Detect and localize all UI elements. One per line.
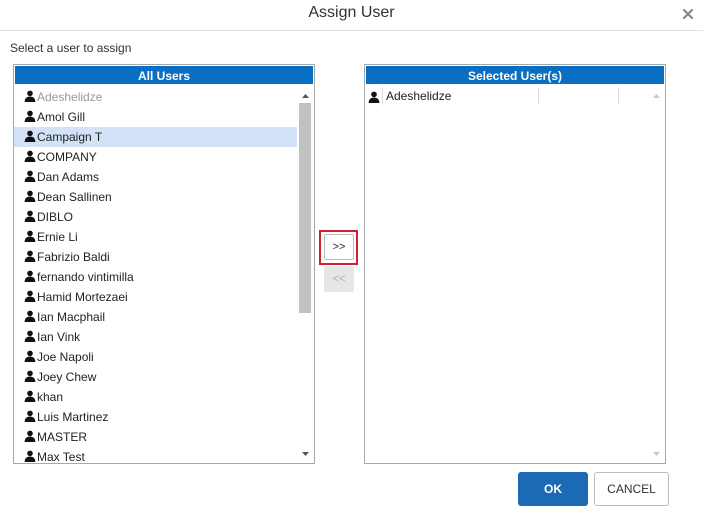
list-item-label: khan	[37, 390, 64, 404]
all-users-list[interactable]: All Users Adeshelidze Amol Gill Campaign T…	[13, 64, 315, 464]
user-icon	[24, 388, 36, 402]
list-item-label: Amol Gill	[37, 110, 86, 124]
selected-users-items: Adeshelidze	[365, 87, 648, 463]
user-icon	[365, 87, 382, 105]
list-item-label: Hamid Mortezaei	[37, 290, 128, 304]
user-icon	[24, 208, 36, 222]
all-users-items: Adeshelidze Amol Gill Campaign T COMPANY Dan…	[14, 87, 297, 463]
list-item-label: Max Test	[37, 450, 85, 463]
selected-users-header: Selected User(s)	[365, 65, 665, 85]
list-item-label: MASTER	[37, 430, 88, 444]
arrow-down-icon[interactable]	[297, 447, 314, 461]
list-item[interactable]: Ian Macphail	[14, 307, 297, 327]
dialog-titlebar: Assign User	[0, 0, 703, 31]
list-item[interactable]: khan	[14, 387, 297, 407]
scrollbar-thumb[interactable]	[299, 103, 311, 313]
list-item-label: Dean Sallinen	[37, 190, 112, 204]
user-icon	[24, 428, 36, 442]
user-icon	[24, 448, 36, 462]
list-item-label: Fabrizio Baldi	[37, 250, 110, 264]
selected-users-list[interactable]: Selected User(s) Adeshelidze	[364, 64, 666, 464]
user-icon	[24, 228, 36, 242]
user-icon	[24, 288, 36, 302]
arrow-up-icon[interactable]	[648, 89, 665, 103]
user-icon	[24, 248, 36, 262]
list-item-label: DIBLO	[37, 210, 74, 224]
list-item[interactable]: Amol Gill	[14, 107, 297, 127]
table-row[interactable]: Adeshelidze	[365, 87, 648, 105]
dialog-title: Assign User	[308, 4, 395, 21]
list-item[interactable]: Hamid Mortezaei	[14, 287, 297, 307]
user-icon	[24, 148, 36, 162]
user-icon	[24, 128, 36, 142]
list-item[interactable]: Dan Adams	[14, 167, 297, 187]
list-item[interactable]: Adeshelidze	[14, 87, 297, 107]
ok-button[interactable]: OK	[518, 472, 588, 506]
list-item-label: Campaign T	[37, 130, 103, 144]
close-icon[interactable]	[681, 7, 695, 21]
list-item-label: Joey Chew	[37, 370, 97, 384]
move-left-button[interactable]: <<	[324, 266, 354, 292]
list-item[interactable]: Max Test	[14, 447, 297, 463]
list-item[interactable]: COMPANY	[14, 147, 297, 167]
user-icon	[24, 88, 36, 102]
user-icon	[24, 168, 36, 182]
user-icon	[24, 368, 36, 382]
user-icon	[24, 188, 36, 202]
list-item[interactable]: DIBLO	[14, 207, 297, 227]
list-item[interactable]: MASTER	[14, 427, 297, 447]
list-item-label: fernando vintimilla	[37, 270, 134, 284]
list-item[interactable]: Campaign T	[14, 127, 297, 147]
list-item[interactable]: Ernie Li	[14, 227, 297, 247]
user-icon	[24, 268, 36, 282]
list-item[interactable]: fernando vintimilla	[14, 267, 297, 287]
arrow-down-icon[interactable]	[648, 447, 665, 461]
selected-users-scrollbar[interactable]	[648, 87, 665, 463]
list-item-label: COMPANY	[37, 150, 97, 164]
list-item-label: Adeshelidze	[37, 90, 103, 104]
list-item[interactable]: Ian Vink	[14, 327, 297, 347]
list-item[interactable]: Joe Napoli	[14, 347, 297, 367]
all-users-scrollbar[interactable]	[297, 87, 314, 463]
cancel-button[interactable]: CANCEL	[594, 472, 669, 506]
list-item-label: Joe Napoli	[37, 350, 94, 364]
all-users-header: All Users	[14, 65, 314, 85]
list-item[interactable]: Fabrizio Baldi	[14, 247, 297, 267]
move-right-button[interactable]: >>	[324, 234, 354, 260]
selected-user-name: Adeshelidze	[382, 87, 538, 105]
list-item-label: Ernie Li	[37, 230, 78, 244]
list-item[interactable]: Dean Sallinen	[14, 187, 297, 207]
list-item-label: Ian Macphail	[37, 310, 106, 324]
list-item-label: Ian Vink	[37, 330, 81, 344]
list-item-label: Dan Adams	[37, 170, 100, 184]
dialog-subtitle: Select a user to assign	[10, 41, 132, 55]
table-cell	[538, 87, 618, 105]
list-item[interactable]: Joey Chew	[14, 367, 297, 387]
arrow-up-icon[interactable]	[297, 89, 314, 103]
user-icon	[24, 308, 36, 322]
user-icon	[24, 108, 36, 122]
user-icon	[24, 408, 36, 422]
table-cell	[618, 87, 648, 105]
user-icon	[24, 328, 36, 342]
list-item-label: Luis Martinez	[37, 410, 109, 424]
user-icon	[24, 348, 36, 362]
list-item[interactable]: Luis Martinez	[14, 407, 297, 427]
